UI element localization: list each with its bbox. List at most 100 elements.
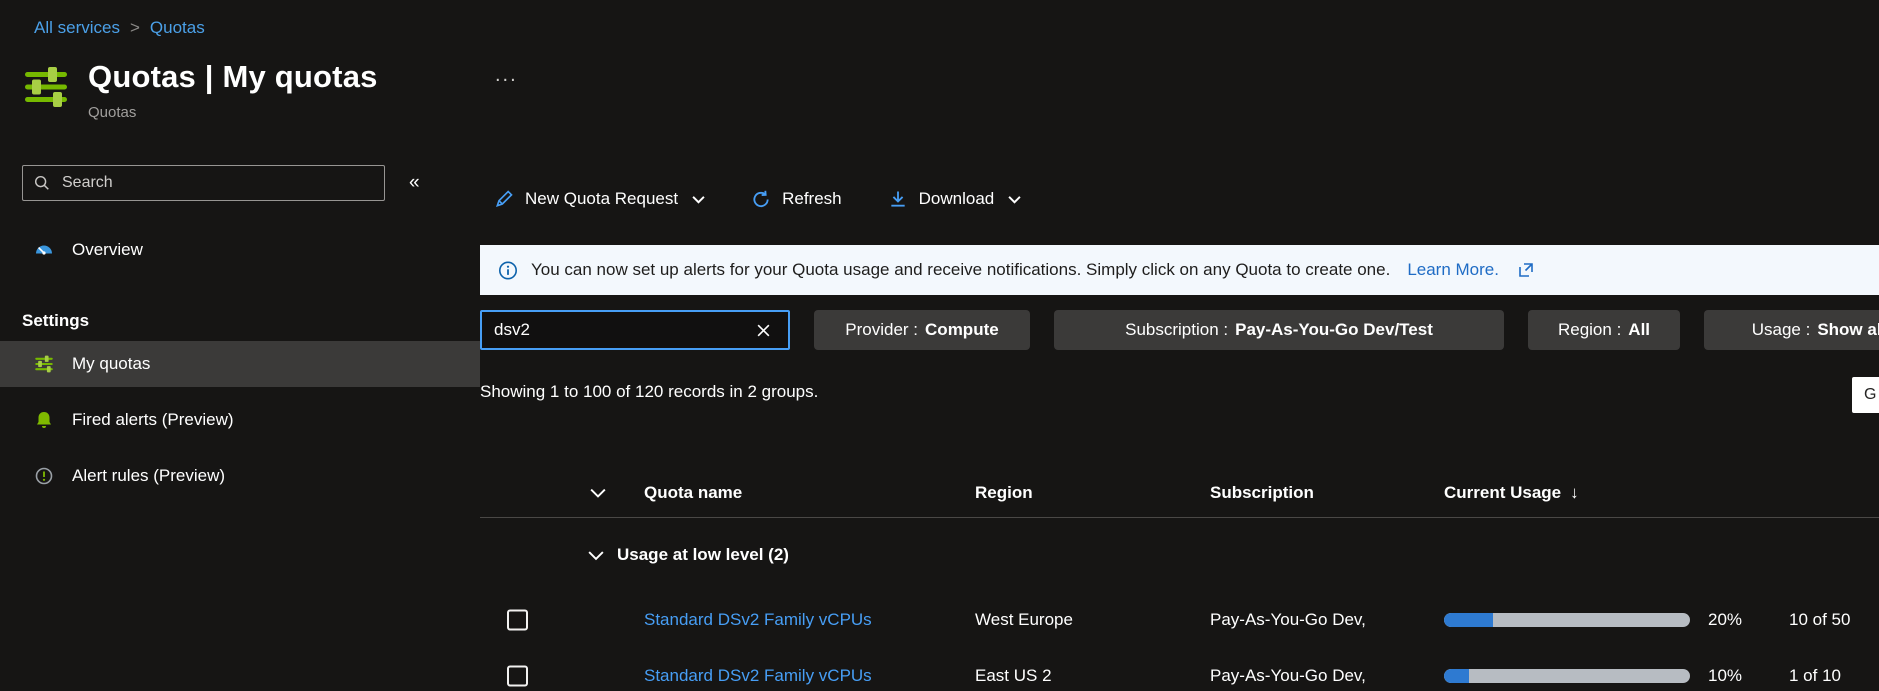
sidebar-item-fired-alerts[interactable]: Fired alerts (Preview) xyxy=(0,397,480,443)
filter-pill-key: Provider : xyxy=(845,320,918,340)
external-link-icon xyxy=(1518,262,1534,278)
column-quota-name: Quota name xyxy=(644,483,975,503)
row-region-cell: East US 2 xyxy=(975,666,1210,686)
filter-pill-value: All xyxy=(1628,320,1650,340)
results-summary: Showing 1 to 100 of 120 records in 2 gro… xyxy=(480,382,1879,406)
quota-filter-search-input[interactable] xyxy=(494,320,751,340)
download-button[interactable]: Download xyxy=(888,189,1022,209)
sidebar-item-label: Alert rules (Preview) xyxy=(72,466,225,486)
usage-progress-bar xyxy=(1444,669,1690,683)
banner-message: You can now set up alerts for your Quota… xyxy=(531,260,1390,280)
command-bar: New Quota Request Refresh xyxy=(494,181,1879,217)
page-subtitle: Quotas xyxy=(88,104,378,121)
column-label: Current Usage xyxy=(1444,483,1561,503)
toolbar-label: Download xyxy=(919,189,995,209)
main-panel: New Quota Request Refresh xyxy=(480,135,1879,691)
toolbar-label: Refresh xyxy=(782,189,842,209)
sidebar-section-settings: Settings xyxy=(22,311,480,331)
info-banner: You can now set up alerts for your Quota… xyxy=(480,245,1879,295)
content: « Overview Settings xyxy=(0,135,1879,691)
quota-name-link[interactable]: Standard DSv2 Family vCPUs xyxy=(644,610,872,629)
row-usage-percent: 10% xyxy=(1708,666,1789,686)
row-quota-name-cell: Standard DSv2 Family vCPUs xyxy=(644,666,975,686)
filter-pill-key: Usage : xyxy=(1752,320,1811,340)
sort-descending-icon: ↓ xyxy=(1570,483,1579,503)
usage-progress-fill xyxy=(1444,613,1493,627)
title-text: Quotas | My quotas Quotas xyxy=(88,58,378,121)
usage-progress-fill xyxy=(1444,669,1469,683)
search-icon xyxy=(33,173,53,193)
sidebar-search-box[interactable] xyxy=(22,165,385,201)
filter-pill-key: Region : xyxy=(1558,320,1621,340)
filter-pill-region[interactable]: Region : All xyxy=(1528,310,1680,350)
column-region: Region xyxy=(975,483,1210,503)
table-row[interactable]: Standard DSv2 Family vCPUs East US 2 Pay… xyxy=(480,648,1879,691)
collapse-all-chevron-icon[interactable] xyxy=(590,487,606,498)
filter-pill-provider[interactable]: Provider : Compute xyxy=(814,310,1030,350)
filter-pill-value: Show all xyxy=(1817,320,1879,340)
sidebar-search-input[interactable] xyxy=(62,174,374,192)
clear-search-icon[interactable] xyxy=(751,323,776,338)
row-quota-name-cell: Standard DSv2 Family vCPUs xyxy=(644,610,975,630)
row-usage-percent: 20% xyxy=(1708,610,1789,630)
learn-more-link[interactable]: Learn More. xyxy=(1407,260,1499,280)
sidebar-item-label: Overview xyxy=(72,240,143,260)
breadcrumb: All services > Quotas xyxy=(0,0,1879,38)
quota-name-link[interactable]: Standard DSv2 Family vCPUs xyxy=(644,666,872,685)
row-subscription-cell: Pay-As-You-Go Dev, xyxy=(1210,666,1444,686)
row-checkbox[interactable] xyxy=(507,610,528,631)
chevron-down-icon xyxy=(692,195,705,204)
column-current-usage[interactable]: Current Usage ↓ xyxy=(1444,483,1708,503)
sidebar-item-my-quotas[interactable]: My quotas xyxy=(0,341,480,387)
sidebar-item-label: Fired alerts (Preview) xyxy=(72,410,234,430)
table-row[interactable]: Standard DSv2 Family vCPUs West Europe P… xyxy=(480,592,1879,648)
sidebar-search-row: « xyxy=(22,165,466,201)
header-select-cell xyxy=(480,468,644,517)
filter-pill-usage[interactable]: Usage : Show all xyxy=(1704,310,1879,350)
page-title: Quotas | My quotas xyxy=(88,58,378,96)
sidebar: « Overview Settings xyxy=(0,135,480,691)
quotas-sliders-icon xyxy=(22,63,70,111)
group-by-button[interactable]: G xyxy=(1852,377,1879,413)
more-options-button[interactable]: ... xyxy=(495,64,518,87)
info-icon xyxy=(498,260,518,280)
page-header: Quotas | My quotas Quotas xyxy=(22,58,1879,121)
breadcrumb-separator: > xyxy=(130,18,140,37)
table-group-row[interactable]: Usage at low level (2) xyxy=(480,518,1879,592)
row-subscription-cell: Pay-As-You-Go Dev, xyxy=(1210,610,1444,630)
row-usage-detail: 1 of 10 xyxy=(1789,666,1879,686)
breadcrumb-quotas[interactable]: Quotas xyxy=(150,18,205,37)
refresh-icon xyxy=(751,189,771,209)
column-subscription: Subscription xyxy=(1210,483,1444,503)
breadcrumb-all-services[interactable]: All services xyxy=(34,18,120,37)
sidebar-item-overview[interactable]: Overview xyxy=(0,227,480,273)
filter-pill-value: Pay-As-You-Go Dev/Test xyxy=(1235,320,1433,340)
sidebar-item-alert-rules[interactable]: Alert rules (Preview) xyxy=(0,453,480,499)
row-select-cell xyxy=(480,648,644,691)
row-checkbox[interactable] xyxy=(507,666,528,687)
refresh-button[interactable]: Refresh xyxy=(751,189,842,209)
table-header: Quota name Region Subscription Current U… xyxy=(480,468,1879,518)
row-region-cell: West Europe xyxy=(975,610,1210,630)
filter-pill-subscription[interactable]: Subscription : Pay-As-You-Go Dev/Test xyxy=(1054,310,1504,350)
filter-pill-value: Compute xyxy=(925,320,999,340)
row-usage-cell xyxy=(1444,613,1708,627)
chevron-down-icon xyxy=(1008,195,1021,204)
sidebar-collapse-button[interactable]: « xyxy=(409,172,420,194)
new-quota-request-button[interactable]: New Quota Request xyxy=(494,189,705,209)
row-usage-detail: 10 of 50 xyxy=(1789,610,1879,630)
overview-gauge-icon xyxy=(34,240,54,260)
row-select-cell xyxy=(480,592,644,648)
toolbar-label: New Quota Request xyxy=(525,189,678,209)
download-icon xyxy=(888,189,908,209)
filter-bar: Provider : Compute Subscription : Pay-As… xyxy=(480,310,1879,350)
filter-pill-key: Subscription : xyxy=(1125,320,1228,340)
fired-alerts-bell-icon xyxy=(34,410,54,430)
row-usage-cell xyxy=(1444,669,1708,683)
quota-filter-search-box[interactable] xyxy=(480,310,790,350)
pencil-icon xyxy=(494,189,514,209)
sidebar-item-label: My quotas xyxy=(72,354,150,374)
group-collapse-chevron-icon[interactable] xyxy=(588,550,604,561)
group-label: Usage at low level (2) xyxy=(617,545,789,565)
azure-quotas-page: All services > Quotas Quotas | My quotas Q… xyxy=(0,0,1879,691)
